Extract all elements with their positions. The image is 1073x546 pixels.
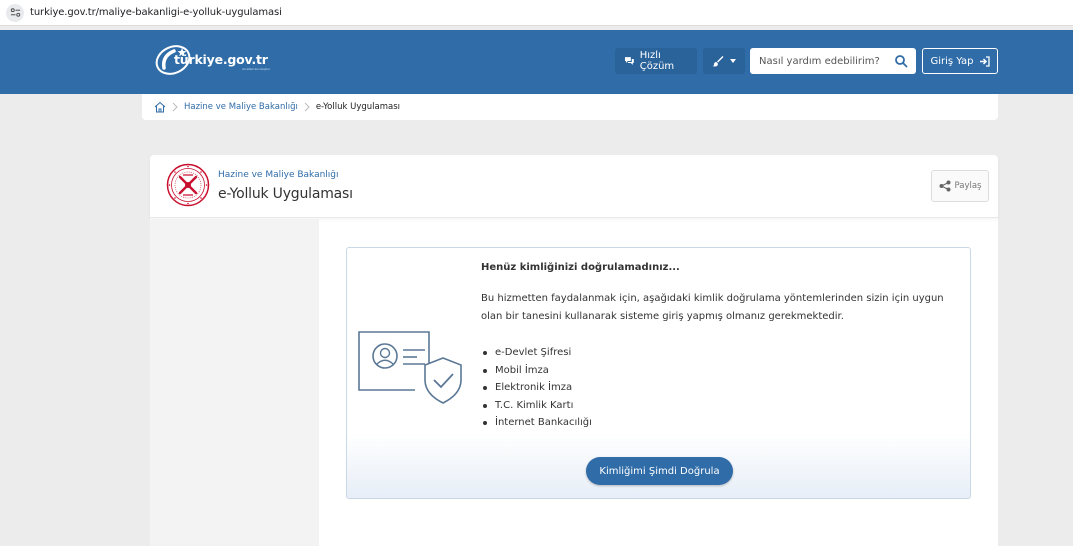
list-item: e-Devlet Şifresi xyxy=(481,344,592,362)
accessibility-button[interactable] xyxy=(703,48,745,74)
notice-description: Bu hizmetten faydalanmak için, aşağıdaki… xyxy=(481,293,944,322)
chevron-right-icon xyxy=(304,102,310,112)
login-label: Giriş Yap xyxy=(930,55,974,67)
login-button[interactable]: Giriş Yap xyxy=(922,48,998,74)
home-icon[interactable] xyxy=(154,101,166,113)
share-icon xyxy=(939,180,950,192)
search-input[interactable] xyxy=(750,49,890,73)
ministry-emblem-icon xyxy=(166,163,210,207)
list-item: T.C. Kimlik Kartı xyxy=(481,397,592,415)
chat-icon xyxy=(624,57,634,65)
share-button[interactable]: Paylaş xyxy=(931,170,989,202)
side-column xyxy=(150,219,319,546)
list-item: Elektronik İmza xyxy=(481,379,592,397)
breadcrumb-ministry-link[interactable]: Hazine ve Maliye Bakanlığı xyxy=(184,102,298,112)
chevron-down-icon xyxy=(730,59,736,63)
logo-subtext: ücretsiz kuruluştur xyxy=(242,67,270,71)
search-box xyxy=(750,48,916,74)
verify-identity-button[interactable]: Kimliğimi Şimdi Doğrula xyxy=(586,457,733,485)
list-item: Mobil İmza xyxy=(481,362,592,380)
chevron-right-icon xyxy=(172,102,178,112)
id-card-shield-icon xyxy=(358,331,462,404)
site-settings-icon[interactable] xyxy=(6,3,24,22)
browser-address-bar[interactable]: turkiye.gov.tr/maliye-bakanligi-e-yolluk… xyxy=(0,0,1073,26)
breadcrumb: Hazine ve Maliye Bakanlığı e-Yolluk Uygu… xyxy=(142,94,998,120)
service-header: Hazine ve Maliye Bakanlığı e-Yolluk Uygu… xyxy=(150,155,998,218)
service-title: e-Yolluk Uygulaması xyxy=(218,186,353,202)
search-icon[interactable] xyxy=(894,54,908,68)
list-item: İnternet Bankacılığı xyxy=(481,414,592,432)
url-text[interactable]: turkiye.gov.tr/maliye-bakanligi-e-yolluk… xyxy=(30,7,282,18)
auth-methods-list: e-Devlet Şifresi Mobil İmza Elektronik İ… xyxy=(481,344,592,432)
brush-icon xyxy=(712,56,724,67)
quick-solution-button[interactable]: Hızlı Çözüm xyxy=(615,48,697,74)
site-header: türkiye.gov.tr ücretsiz kuruluştur Hızlı… xyxy=(0,30,1073,94)
notice-title: Henüz kimliğinizi doğrulamadınız... xyxy=(481,262,680,273)
share-label: Paylaş xyxy=(954,181,982,191)
login-required-panel: Henüz kimliğinizi doğrulamadınız... Bu h… xyxy=(346,247,971,499)
breadcrumb-current: e-Yolluk Uygulaması xyxy=(315,102,400,112)
logo-text: türkiye.gov.tr xyxy=(174,52,268,67)
sign-in-icon xyxy=(979,55,990,67)
agency-name[interactable]: Hazine ve Maliye Bakanlığı xyxy=(218,170,339,180)
quick-solution-label: Hızlı Çözüm xyxy=(639,50,675,72)
turkiye-gov-logo[interactable]: türkiye.gov.tr ücretsiz kuruluştur xyxy=(152,42,270,78)
